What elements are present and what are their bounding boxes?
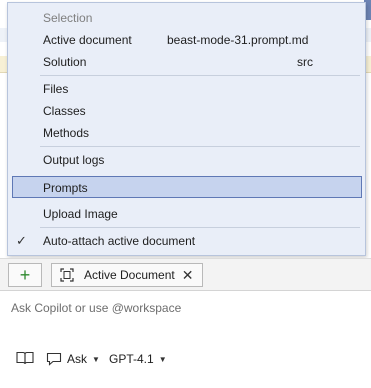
- context-toolbar: + Active Document ✕: [0, 258, 371, 291]
- menu-header-selection: Selection: [8, 7, 365, 29]
- menu-item-output-logs[interactable]: Output logs: [8, 149, 365, 171]
- solution-value: src: [297, 55, 313, 69]
- close-icon[interactable]: ✕: [182, 268, 194, 282]
- menu-item-label: Output logs: [43, 153, 105, 167]
- book-icon[interactable]: [16, 351, 34, 365]
- document-frame-icon: [60, 268, 74, 282]
- menu-separator: [40, 75, 360, 76]
- add-context-button[interactable]: +: [8, 263, 42, 287]
- model-label: GPT-4.1: [109, 352, 154, 366]
- menu-item-label: Methods: [43, 126, 90, 140]
- menu-item-label: Auto-attach active document: [43, 234, 196, 248]
- input-bottom-bar: Ask ▼ GPT-4.1 ▼: [0, 349, 371, 371]
- model-dropdown[interactable]: GPT-4.1 ▼: [109, 349, 167, 369]
- menu-item-auto-attach[interactable]: ✓ Auto-attach active document: [8, 230, 365, 252]
- active-document-filename: beast-mode-31.prompt.md: [167, 33, 309, 47]
- menu-item-active-document[interactable]: Active document beast-mode-31.prompt.md: [8, 29, 365, 51]
- chat-input[interactable]: Ask Copilot or use @workspace Ask ▼ GPT-…: [0, 290, 371, 388]
- menu-item-prompts[interactable]: Prompts: [12, 176, 362, 198]
- mode-dropdown[interactable]: Ask ▼: [46, 349, 100, 369]
- mode-label: Ask: [67, 352, 88, 366]
- menu-item-files[interactable]: Files: [8, 78, 365, 100]
- menu-item-upload-image[interactable]: Upload Image: [8, 203, 365, 225]
- menu-item-label: Active document: [43, 33, 132, 47]
- checkmark-icon: ✓: [16, 233, 27, 248]
- chat-icon: [46, 352, 62, 366]
- menu-item-classes[interactable]: Classes: [8, 100, 365, 122]
- menu-separator: [40, 227, 360, 228]
- plus-icon: +: [19, 265, 31, 285]
- menu-item-label: Solution: [43, 55, 87, 69]
- active-document-chip[interactable]: Active Document ✕: [51, 263, 203, 287]
- menu-item-methods[interactable]: Methods: [8, 122, 365, 144]
- menu-header-label: Selection: [43, 11, 93, 25]
- chip-label: Active Document: [84, 268, 175, 282]
- menu-item-label: Files: [43, 82, 69, 96]
- chevron-down-icon: ▼: [92, 354, 100, 364]
- menu-item-label: Upload Image: [43, 207, 118, 221]
- menu-item-solution[interactable]: Solution src: [8, 51, 365, 73]
- input-placeholder: Ask Copilot or use @workspace: [11, 301, 182, 315]
- menu-separator: [40, 146, 360, 147]
- menu-item-label: Prompts: [43, 181, 88, 195]
- chevron-down-icon: ▼: [158, 354, 167, 364]
- menu-item-label: Classes: [43, 104, 86, 118]
- context-menu: Selection Active document beast-mode-31.…: [7, 2, 366, 256]
